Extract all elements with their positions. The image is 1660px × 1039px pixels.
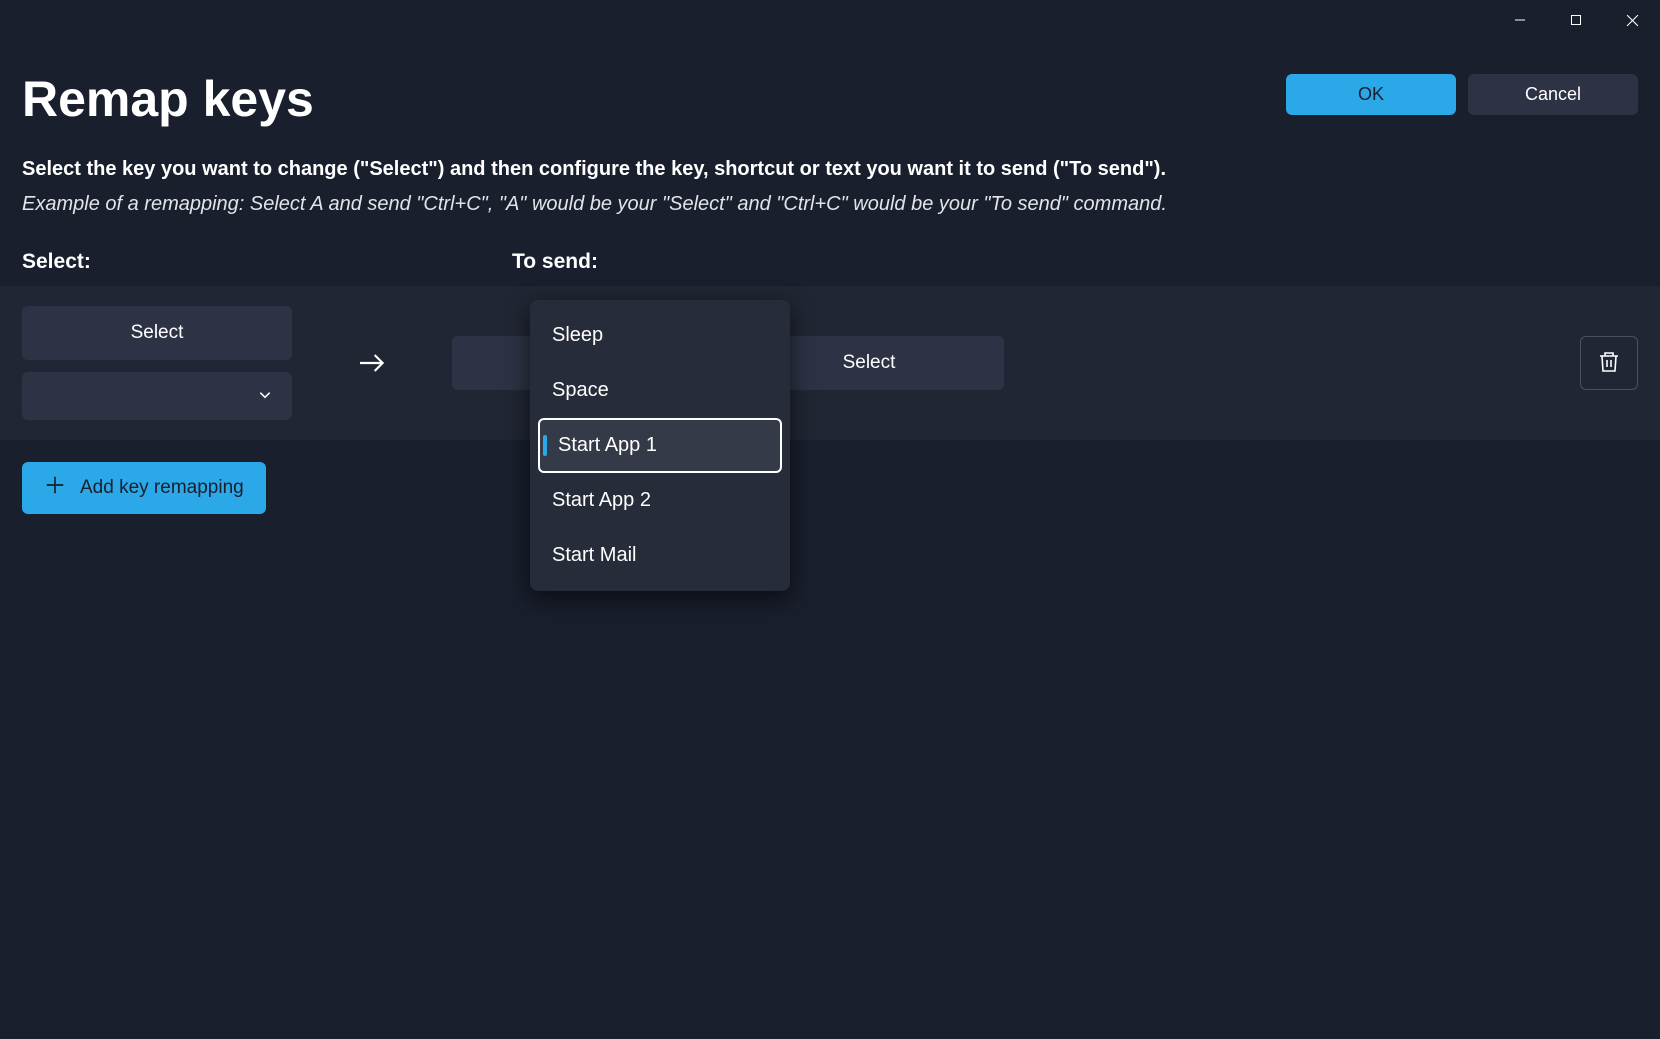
trash-box <box>1580 336 1638 390</box>
minimize-button[interactable] <box>1492 0 1548 40</box>
close-button[interactable] <box>1604 0 1660 40</box>
trash-icon <box>1597 350 1621 377</box>
add-key-remapping-button[interactable]: Add key remapping <box>22 462 266 514</box>
dropdown-item-space[interactable]: Space <box>538 363 782 418</box>
dropdown-item-start-app-1[interactable]: Start App 1 <box>538 418 782 473</box>
arrow-icon <box>292 347 452 379</box>
page-title: Remap keys <box>22 70 314 128</box>
select-group: Select <box>22 306 292 420</box>
plus-icon <box>44 474 66 502</box>
dropdown-item-start-app-2[interactable]: Start App 2 <box>538 473 782 528</box>
column-header-select: Select: <box>22 250 512 274</box>
ok-button[interactable]: OK <box>1286 74 1456 115</box>
example-text: Example of a remapping: Select A and sen… <box>0 187 1660 236</box>
column-header-tosend: To send: <box>512 250 1638 274</box>
description-text: Select the key you want to change ("Sele… <box>0 148 1660 187</box>
columns-header: Select: To send: <box>0 236 1660 286</box>
key-dropdown-menu[interactable]: Sleep Space Start App 1 Start App 2 Star… <box>530 300 790 591</box>
select-key-button[interactable]: Select <box>22 306 292 360</box>
select-key-dropdown[interactable] <box>22 372 292 420</box>
maximize-button[interactable] <box>1548 0 1604 40</box>
header-row: Remap keys OK Cancel <box>0 40 1660 148</box>
chevron-down-icon <box>258 386 272 407</box>
window: Remap keys OK Cancel Select the key you … <box>0 0 1660 1039</box>
mapping-row: Select Select <box>0 286 1660 440</box>
dropdown-item-start-mail[interactable]: Start Mail <box>538 528 782 583</box>
dropdown-item-sleep[interactable]: Sleep <box>538 308 782 363</box>
cancel-button[interactable]: Cancel <box>1468 74 1638 115</box>
delete-row-button[interactable] <box>1580 336 1638 390</box>
titlebar <box>0 0 1660 40</box>
add-row: Add key remapping <box>0 440 1660 536</box>
header-buttons: OK Cancel <box>1286 74 1638 115</box>
add-button-label: Add key remapping <box>80 477 244 499</box>
